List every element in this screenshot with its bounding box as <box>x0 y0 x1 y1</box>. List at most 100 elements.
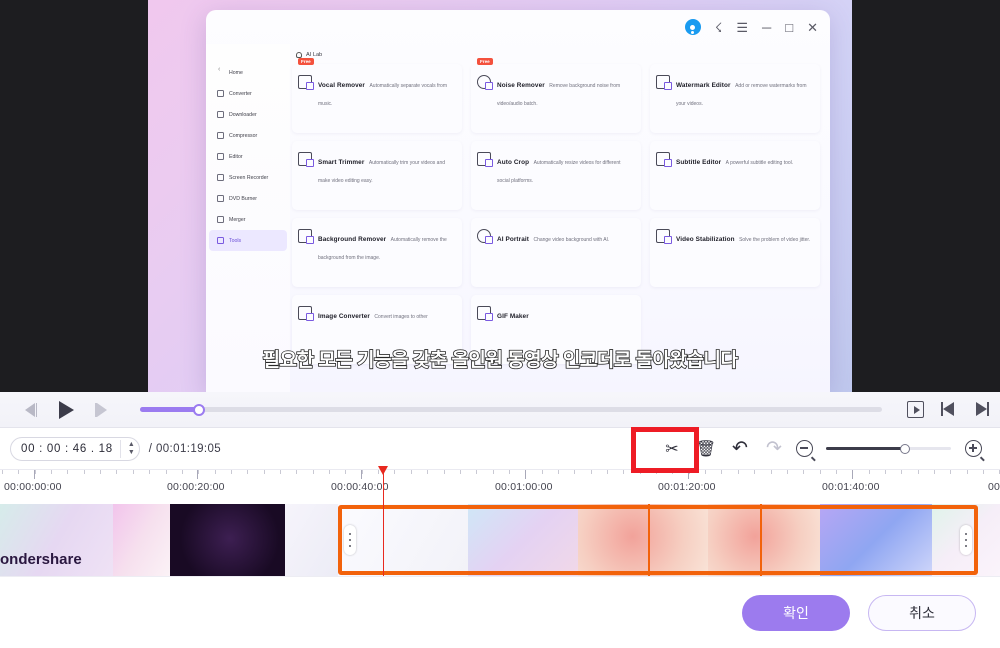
tool-card-title: AI Portrait <box>497 236 529 243</box>
video-subtitle-overlay: 필요한 모든 기능을 갖춘 올인원 동영상 인코더로 돌아왔습니다 <box>262 349 739 372</box>
split-button-highlight <box>631 427 699 473</box>
video-frame: ☇ ☰ ─ □ ✕ Home Converter <box>148 0 852 392</box>
previous-frame-icon[interactable] <box>940 401 957 418</box>
step-backward-button[interactable] <box>17 397 43 423</box>
ruler-ticks <box>0 470 1000 479</box>
sidebar-item-label: Screen Recorder <box>229 174 269 181</box>
zoom-thumb[interactable] <box>899 443 910 454</box>
zoom-in-icon <box>964 440 982 457</box>
subtitle-editor-icon <box>656 152 672 167</box>
clip-thumb-menu-white[interactable] <box>285 504 338 576</box>
tool-card: Subtitle Editor A powerful subtitle edit… <box>650 141 820 210</box>
recorded-app-sidebar: Home Converter Downloader Compresso <box>206 44 290 392</box>
recorded-app-content: AI Lab Free Vocal Remover Automatically … <box>290 44 830 392</box>
clip-thumb-purple-blue[interactable] <box>820 504 932 576</box>
tool-card: Free Noise Remover Remove background noi… <box>471 58 641 133</box>
ruler-label: 00 <box>988 481 1000 493</box>
converter-icon <box>217 90 224 97</box>
tool-card-title: Smart Trimmer <box>318 159 365 166</box>
progress-track <box>140 407 882 412</box>
edit-toolbar: 00 : 00 : 46 . 18 ▲ ▼ / 00:01:19:05 ✂ 🗑 … <box>0 428 1000 470</box>
confirm-button[interactable]: 확인 <box>742 594 850 631</box>
tool-card-title: Watermark Editor <box>676 82 731 89</box>
tool-card-title: GIF Maker <box>497 313 529 320</box>
timeline-ruler[interactable]: 00:00:00:00 00:00:20:00 00:00:40:00 00:0… <box>0 470 1000 504</box>
sidebar-item-converter: Converter <box>209 83 287 104</box>
hamburger-menu-icon: ☰ <box>736 19 749 35</box>
sidebar-item-compressor: Compressor <box>209 125 287 146</box>
playhead-line <box>382 466 384 576</box>
current-timecode-value[interactable]: 00 : 00 : 46 . 18 <box>21 443 113 455</box>
step-forward-button[interactable] <box>89 397 115 423</box>
tool-card: Video Stabilization Solve the problem of… <box>650 218 820 287</box>
next-frame-icon[interactable] <box>973 401 990 418</box>
ai-lab-heading: AI Lab <box>296 52 820 58</box>
zoom-out-button[interactable] <box>791 434 817 464</box>
timecode-input[interactable]: 00 : 00 : 46 . 18 ▲ ▼ <box>10 436 140 461</box>
sidebar-item-downloader: Downloader <box>209 104 287 125</box>
ruler-label: 00:00:00:00 <box>4 481 62 493</box>
playback-bar <box>0 392 1000 428</box>
headset-icon: ☇ <box>714 19 723 35</box>
sidebar-item-tools: Tools <box>209 230 287 251</box>
clip-thumb-unigram[interactable] <box>932 504 1000 576</box>
editor-scissors-icon <box>217 153 224 160</box>
clip-thumb-dark-logo[interactable] <box>170 504 285 576</box>
clip-thumb-list-white[interactable] <box>338 504 468 576</box>
playback-progress-slider[interactable] <box>140 403 882 416</box>
tool-card-title: Vocal Remover <box>318 82 366 89</box>
sidebar-item-home: Home <box>209 62 287 83</box>
tool-card-title: Subtitle Editor <box>676 159 722 166</box>
zoom-fill <box>826 447 905 450</box>
timeline-track[interactable]: ondershare <box>0 504 1000 576</box>
clip-thumb-ui-pink[interactable] <box>113 504 170 576</box>
clip-thumbnail-strip[interactable]: ondershare <box>0 504 1000 576</box>
cancel-button[interactable]: 취소 <box>868 594 976 631</box>
account-avatar <box>684 19 701 35</box>
ruler-labels: 00:00:00:00 00:00:20:00 00:00:40:00 00:0… <box>0 481 1000 499</box>
progress-thumb[interactable] <box>193 403 206 416</box>
back-chevron-icon <box>217 66 224 76</box>
clip-thumb-timeline-ui[interactable] <box>468 504 578 576</box>
play-button[interactable] <box>51 395 81 425</box>
clip-thumb-hi-there-a[interactable] <box>578 504 708 576</box>
video-preview[interactable]: ☇ ☰ ─ □ ✕ Home Converter <box>0 0 1000 392</box>
preview-render-icon[interactable] <box>907 401 924 418</box>
image-converter-icon <box>298 306 314 321</box>
zoom-in-button[interactable] <box>960 434 986 464</box>
ruler-label: 00:00:40:00 <box>331 481 389 493</box>
timeline-zoom-slider[interactable] <box>826 443 951 454</box>
maximize-icon: □ <box>785 19 794 35</box>
video-trim-dialog: ☇ ☰ ─ □ ✕ Home Converter <box>0 0 1000 648</box>
clip-thumb-wondershare[interactable]: ondershare <box>0 504 113 576</box>
sidebar-item-dvd-burner: DVD Burner <box>209 188 287 209</box>
tool-card-title: Noise Remover <box>497 82 545 89</box>
sidebar-item-label: Tools <box>229 237 242 244</box>
merger-icon <box>217 216 224 223</box>
gif-maker-icon <box>477 306 493 321</box>
downloader-icon <box>217 111 224 118</box>
dialog-footer: 확인 취소 <box>0 576 1000 648</box>
watermark-editor-icon <box>656 75 672 90</box>
undo-button[interactable]: ↶ <box>723 434 757 464</box>
sidebar-item-label: Downloader <box>229 111 257 118</box>
clip-thumb-hi-there-b[interactable] <box>708 504 820 576</box>
tool-card: Watermark Editor Add or remove watermark… <box>650 64 820 133</box>
noise-remover-icon <box>477 75 493 90</box>
tool-card: Free Vocal Remover Automatically separat… <box>292 58 462 133</box>
recorded-app-window: ☇ ☰ ─ □ ✕ Home Converter <box>206 10 830 392</box>
dvd-burner-icon <box>217 195 224 202</box>
stepper-up-icon[interactable]: ▲ <box>128 441 135 448</box>
tool-card: Auto Crop Automatically resize videos fo… <box>471 141 641 210</box>
tool-card-title: Image Converter <box>318 313 370 320</box>
time-stepper[interactable]: ▲ ▼ <box>128 441 135 456</box>
tool-card-desc: Change video background with AI. <box>533 237 610 243</box>
clip-divider <box>760 504 762 576</box>
tool-card-desc: Convert images to other <box>374 314 428 320</box>
progress-fill <box>140 407 200 412</box>
redo-button[interactable]: ↷ <box>757 434 791 464</box>
stepper-down-icon[interactable]: ▼ <box>128 449 135 456</box>
ruler-label: 00:01:00:00 <box>495 481 553 493</box>
tool-card: Smart Trimmer Automatically trim your vi… <box>292 141 462 210</box>
recorded-app-titlebar: ☇ ☰ ─ □ ✕ <box>206 10 830 44</box>
